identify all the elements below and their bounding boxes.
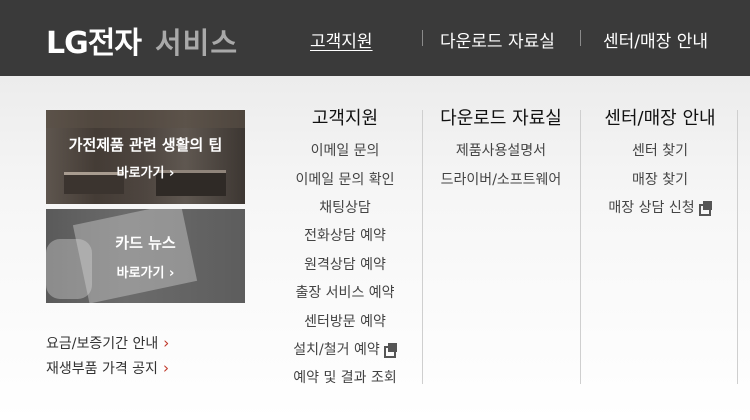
recycled-parts-price-link[interactable]: 재생부품 가격 공지 › xyxy=(46,358,169,378)
menu-item-label: 제품사용설명서 xyxy=(455,143,547,159)
column-heading-customer-support[interactable]: 고객지원 xyxy=(275,104,415,130)
menu-item-label: 매장 찾기 xyxy=(632,172,688,188)
menu-item-label: 원격상담 예약 xyxy=(304,257,386,273)
nav-customer-support[interactable]: 고객지원 xyxy=(310,27,373,52)
menu-item-label: 전화상담 예약 xyxy=(304,228,386,244)
promo-title: 카드 뉴스 xyxy=(115,234,176,252)
logo-subtitle: 서비스 xyxy=(154,26,238,60)
menu-item-visit-service-reservation[interactable]: 출장 서비스 예약 xyxy=(275,282,415,302)
menu-item-label: 예약 및 결과 조회 xyxy=(293,370,397,386)
promo-title: 가전제품 관련 생활의 팁 xyxy=(68,136,223,154)
menu-item-label: 이메일 문의 확인 xyxy=(295,172,395,188)
promo-shortcut-link[interactable]: 바로가기 › xyxy=(46,262,245,281)
menu-item-email-inquiry-check[interactable]: 이메일 문의 확인 xyxy=(275,169,415,189)
promo-shortcut-link[interactable]: 바로가기 › xyxy=(46,162,245,181)
menu-item-reservation-lookup[interactable]: 예약 및 결과 조회 xyxy=(275,367,415,387)
menu-item-store-consult-request[interactable]: 매장 상담 신청 xyxy=(590,197,730,217)
menu-item-chat-consult[interactable]: 채팅상담 xyxy=(275,197,415,217)
menu-item-label: 센터 찾기 xyxy=(632,143,688,159)
column-heading-downloads[interactable]: 다운로드 자료실 xyxy=(430,104,572,130)
menu-item-install-removal-reservation[interactable]: 설치/철거 예약 xyxy=(275,339,415,359)
external-window-icon xyxy=(383,342,397,358)
external-window-icon xyxy=(698,200,712,216)
lg-service-logo[interactable]: LG전자 서비스 xyxy=(46,18,238,61)
menu-item-label: 이메일 문의 xyxy=(310,143,380,159)
menu-item-label: 설치/철거 예약 xyxy=(293,342,380,358)
chevron-right-icon: › xyxy=(162,359,169,377)
menu-item-label: 센터방문 예약 xyxy=(304,314,386,330)
menu-item-driver-software[interactable]: 드라이버/소프트웨어 xyxy=(430,169,572,189)
menu-item-phone-reservation[interactable]: 전화상담 예약 xyxy=(275,225,415,245)
nav-divider xyxy=(422,30,423,46)
promo-banner-life-tips[interactable]: 가전제품 관련 생활의 팁 바로가기 › xyxy=(46,110,245,204)
menu-item-remote-reservation[interactable]: 원격상담 예약 xyxy=(275,254,415,274)
menu-item-label: 매장 상담 신청 xyxy=(608,200,695,216)
fee-warranty-link[interactable]: 요금/보증기간 안내 › xyxy=(46,333,169,353)
menu-item-email-inquiry[interactable]: 이메일 문의 xyxy=(275,140,415,160)
nav-center-store[interactable]: 센터/매장 안내 xyxy=(603,27,708,52)
side-link-label: 요금/보증기간 안내 xyxy=(46,336,159,352)
nav-downloads[interactable]: 다운로드 자료실 xyxy=(440,27,555,52)
menu-item-label: 출장 서비스 예약 xyxy=(295,285,395,301)
side-link-label: 재생부품 가격 공지 xyxy=(46,361,158,377)
column-divider xyxy=(580,110,581,384)
menu-item-label: 드라이버/소프트웨어 xyxy=(440,172,562,188)
menu-item-find-store[interactable]: 매장 찾기 xyxy=(590,169,730,189)
nav-divider xyxy=(580,30,581,46)
column-divider xyxy=(422,110,423,384)
logo-brand: LG전자 xyxy=(46,26,142,61)
menu-item-find-center[interactable]: 센터 찾기 xyxy=(590,140,730,160)
column-heading-center-store[interactable]: 센터/매장 안내 xyxy=(590,104,730,130)
top-header: LG전자 서비스 고객지원 다운로드 자료실 센터/매장 안내 xyxy=(0,0,750,76)
promo-banner-card-news[interactable]: 카드 뉴스 바로가기 › xyxy=(46,209,245,303)
menu-item-product-manual[interactable]: 제품사용설명서 xyxy=(430,140,572,160)
kitchen-shelf-image xyxy=(46,110,245,128)
menu-item-center-visit-reservation[interactable]: 센터방문 예약 xyxy=(275,311,415,331)
column-divider xyxy=(737,110,738,384)
chevron-right-icon: › xyxy=(163,334,170,352)
menu-item-label: 채팅상담 xyxy=(319,200,371,216)
